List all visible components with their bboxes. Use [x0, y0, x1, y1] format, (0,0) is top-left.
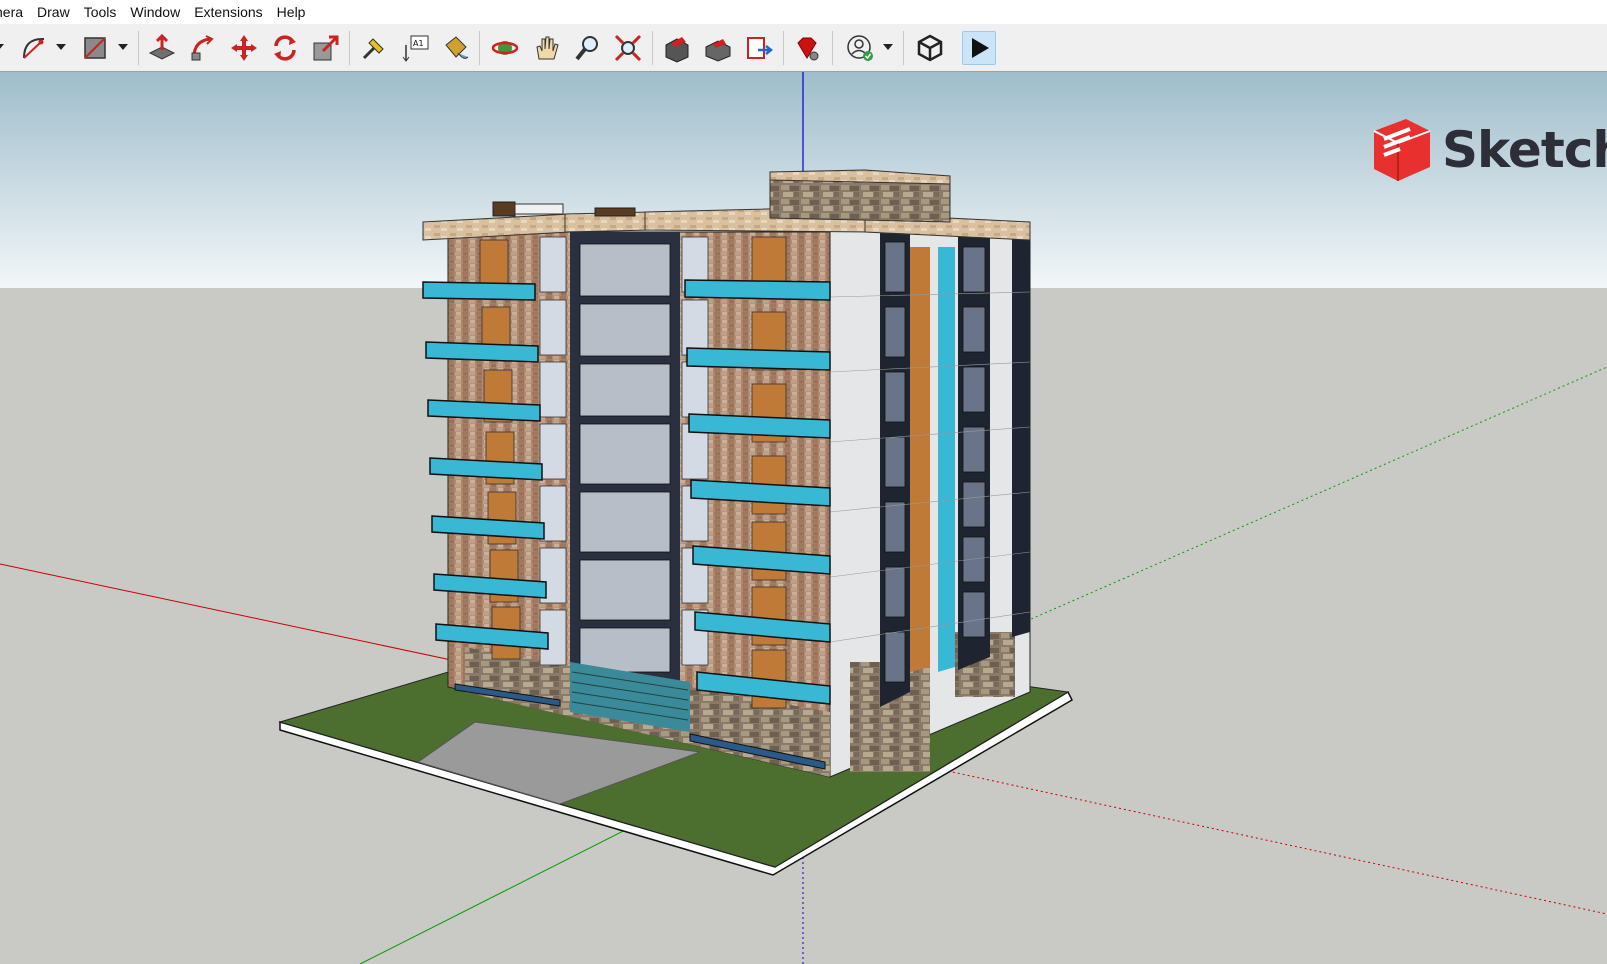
- toolbar-separator: [138, 31, 139, 65]
- toolbar-separator: [479, 31, 480, 65]
- zoom-extents-tool-button[interactable]: [611, 31, 645, 65]
- ruby-console-button[interactable]: [790, 31, 824, 65]
- rectangle-dropdown-icon[interactable]: [118, 44, 128, 50]
- zoom-tool-icon: [575, 36, 598, 61]
- toolbar-separator: [903, 31, 904, 65]
- toolbar-separator: [652, 31, 653, 65]
- zoom-tool-button[interactable]: [570, 31, 604, 65]
- sketchup-logo-icon: [1373, 119, 1431, 181]
- rectangle-tool-icon: [84, 37, 106, 59]
- arc-tool-button[interactable]: [17, 31, 51, 65]
- follow-me-tool-icon: [191, 35, 214, 61]
- model-scene: [0, 72, 1607, 964]
- play-button[interactable]: [962, 31, 996, 65]
- account-icon: [847, 35, 873, 61]
- extension-warehouse-button[interactable]: [701, 31, 735, 65]
- building-right-side: [829, 229, 1031, 778]
- toolbar-separator: [832, 31, 833, 65]
- 3d-viewport[interactable]: Sketch: [0, 72, 1607, 964]
- unity-button[interactable]: [913, 31, 947, 65]
- ruby-console-icon: [797, 37, 819, 61]
- rectangle-tool-button[interactable]: [78, 31, 112, 65]
- rotate-tool-icon: [274, 35, 296, 61]
- roof-vent: [492, 201, 516, 217]
- menu-camera[interactable]: nera: [0, 0, 30, 24]
- scale-tool-button[interactable]: [309, 31, 343, 65]
- account-button[interactable]: [843, 31, 877, 65]
- account-dropdown-icon[interactable]: [883, 44, 893, 50]
- text-tool-button[interactable]: A1: [398, 31, 432, 65]
- tape-measure-tool-icon: [362, 38, 384, 60]
- orbit-tool-button[interactable]: [488, 31, 522, 65]
- push-pull-tool-button[interactable]: [145, 31, 179, 65]
- layout-send-button[interactable]: [742, 31, 776, 65]
- pan-tool-icon: [536, 36, 559, 60]
- tape-measure-tool-button[interactable]: [357, 31, 391, 65]
- move-tool-icon: [231, 35, 257, 61]
- sketchup-logo: Sketch: [1370, 117, 1607, 183]
- zoom-extents-tool-icon: [614, 34, 642, 62]
- move-tool-button[interactable]: [227, 31, 261, 65]
- svg-text:A1: A1: [413, 39, 424, 48]
- menu-bar: nera Draw Tools Window Extensions Help: [0, 0, 1607, 24]
- orbit-tool-icon: [491, 41, 519, 55]
- paint-bucket-tool-icon: [445, 36, 469, 59]
- main-toolbar: A1: [0, 24, 1607, 72]
- menu-extensions[interactable]: Extensions: [187, 0, 269, 24]
- sketchup-logo-text: Sketch: [1442, 121, 1607, 179]
- play-icon: [972, 38, 989, 58]
- menu-help[interactable]: Help: [270, 0, 313, 24]
- extension-warehouse-icon: [705, 39, 731, 62]
- menu-tools[interactable]: Tools: [77, 0, 124, 24]
- push-pull-tool-icon: [148, 33, 176, 60]
- arc-tool-icon: [23, 37, 45, 59]
- follow-me-tool-button[interactable]: [186, 31, 220, 65]
- layout-send-icon: [747, 37, 774, 59]
- text-tool-icon: A1: [402, 35, 429, 62]
- toolbar-separator: [783, 31, 784, 65]
- dropdown-arrow-icon[interactable]: [0, 44, 4, 50]
- menu-draw[interactable]: Draw: [30, 0, 77, 24]
- scale-tool-icon: [313, 35, 339, 61]
- toolbar-separator: [349, 31, 350, 65]
- unity-icon: [917, 34, 943, 62]
- rotate-tool-button[interactable]: [268, 31, 302, 65]
- paint-bucket-tool-button[interactable]: [438, 31, 472, 65]
- 3d-warehouse-button[interactable]: [660, 31, 694, 65]
- menu-window[interactable]: Window: [123, 0, 187, 24]
- 3d-warehouse-icon: [665, 37, 689, 63]
- arc-dropdown-icon[interactable]: [56, 44, 66, 50]
- pan-tool-button[interactable]: [529, 31, 563, 65]
